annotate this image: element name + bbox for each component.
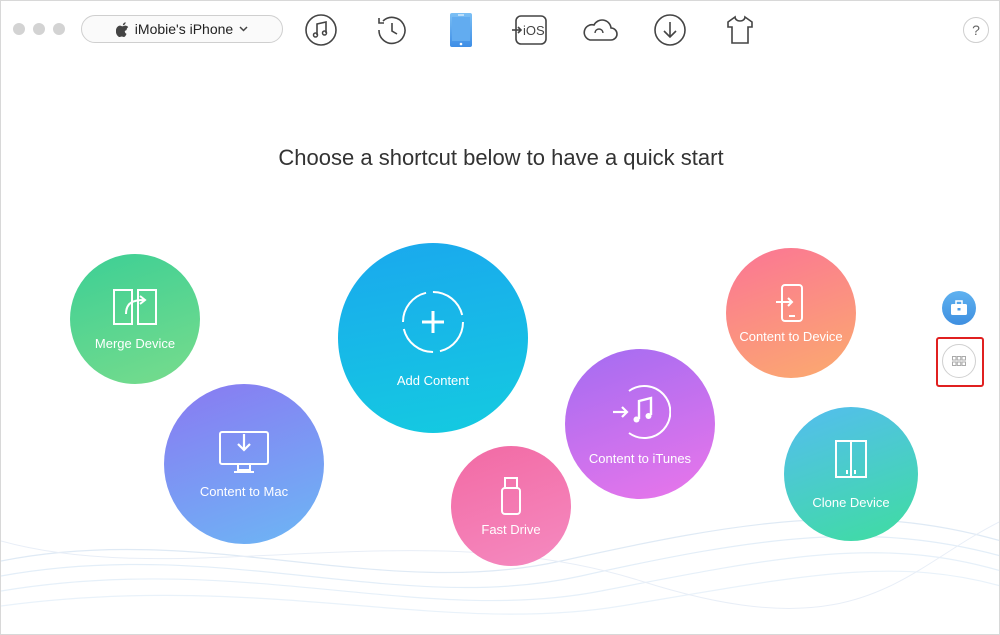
ios-label: iOS <box>523 23 545 38</box>
music-icon <box>305 14 337 46</box>
device-selector[interactable]: iMobie's iPhone <box>81 15 283 43</box>
skin-tab[interactable] <box>721 11 759 49</box>
app-window: iMobie's iPhone iOS ? Choose a shortcut … <box>0 0 1000 635</box>
toolkit-button[interactable] <box>942 291 976 325</box>
content-to-itunes-label: Content to iTunes <box>588 450 692 466</box>
merge-device-icon <box>113 288 157 325</box>
download-tab[interactable] <box>651 11 689 49</box>
icloud-icon <box>583 19 618 41</box>
toolbox-icon <box>951 300 967 315</box>
history-icon <box>378 16 406 45</box>
phone-import-icon <box>776 283 803 322</box>
add-icon <box>402 290 464 353</box>
tshirt-icon <box>727 15 753 44</box>
clone-device-shortcut[interactable]: Clone Device <box>784 407 918 541</box>
icloud-tab[interactable] <box>581 11 619 49</box>
download-icon <box>654 14 686 46</box>
content-to-device-label: Content to Device <box>739 328 843 344</box>
ios-transfer-icon: iOS <box>512 15 547 45</box>
ios-transfer-tab[interactable]: iOS <box>511 11 549 49</box>
fast-drive-shortcut[interactable]: Fast Drive <box>451 446 571 566</box>
content-to-itunes-shortcut[interactable]: Content to iTunes <box>565 349 715 499</box>
page-title: Choose a shortcut below to have a quick … <box>278 145 724 170</box>
itunes-transfer-icon <box>613 384 671 439</box>
merge-device-label: Merge Device <box>94 335 176 351</box>
toolbar: iMobie's iPhone iOS ? <box>1 1 999 59</box>
content-to-mac-shortcut[interactable]: Content to Mac <box>164 384 324 544</box>
add-content-shortcut[interactable]: Add Content <box>338 243 528 433</box>
clone-device-label: Clone Device <box>812 494 890 510</box>
usb-drive-icon <box>501 476 521 515</box>
history-tab[interactable] <box>372 11 410 49</box>
content-to-mac-label: Content to Mac <box>199 483 289 499</box>
apple-icon <box>115 21 128 37</box>
minimize-window-button[interactable] <box>33 23 45 35</box>
merge-device-shortcut[interactable]: Merge Device <box>70 254 200 384</box>
highlight-box <box>936 337 984 387</box>
clone-device-icon <box>835 439 867 478</box>
close-window-button[interactable] <box>13 23 25 35</box>
zoom-window-button[interactable] <box>53 23 65 35</box>
content-to-device-shortcut[interactable]: Content to Device <box>726 248 856 378</box>
help-button[interactable]: ? <box>963 17 989 43</box>
add-content-label: Add Content <box>396 372 470 388</box>
fast-drive-label: Fast Drive <box>481 521 541 537</box>
monitor-download-icon <box>219 430 269 473</box>
chevron-down-icon <box>239 26 248 32</box>
iphone-icon <box>450 13 472 47</box>
music-tab[interactable] <box>302 11 340 49</box>
device-tab[interactable] <box>442 11 480 49</box>
device-name: iMobie's iPhone <box>134 21 234 37</box>
